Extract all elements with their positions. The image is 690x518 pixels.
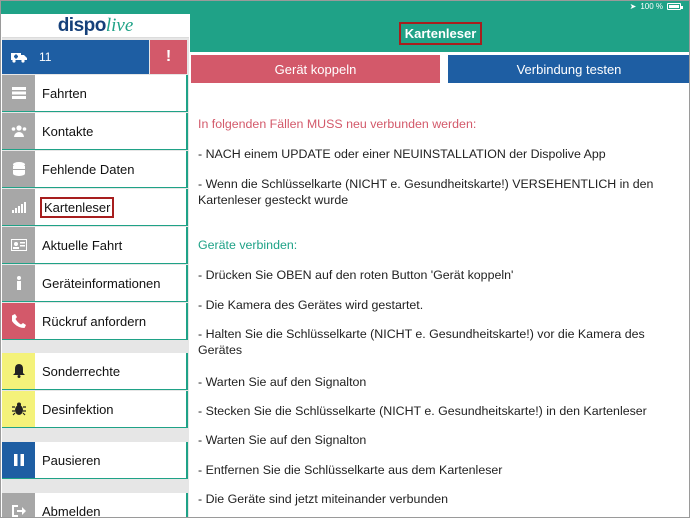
couple-device-button[interactable]: Gerät koppeln	[191, 55, 440, 83]
bell-icon	[2, 353, 35, 389]
app-logo: dispo live	[2, 14, 189, 38]
sidebar-item-sonderrechte[interactable]: Sonderrechte	[2, 353, 188, 390]
test-connection-button[interactable]: Verbindung testen	[448, 55, 689, 83]
sidebar-item-rueckruf[interactable]: Rückruf anfordern	[2, 303, 188, 340]
sidebar-item-label: Pausieren	[42, 452, 101, 468]
logo-text-dispo: dispo	[57, 14, 107, 36]
connect-heading: Geräte verbinden:	[198, 238, 298, 252]
sidebar-item-geraeteinformationen[interactable]: Geräteinformationen	[2, 265, 188, 302]
battery-icon	[667, 3, 683, 10]
sidebar-item-aktuelle-fahrt[interactable]: Aktuelle Fahrt	[2, 227, 188, 264]
list-item: - Die Kamera des Gerätes wird gestartet.	[198, 298, 424, 312]
page-header: Kartenleser	[190, 14, 689, 52]
vehicle-bar[interactable]: 11	[2, 40, 149, 74]
phone-icon	[2, 303, 35, 339]
logo-text-live: live	[105, 14, 134, 36]
list-item: - Warten Sie auf den Signalton	[198, 375, 367, 389]
database-icon	[2, 151, 35, 187]
sidebar-item-label: Desinfektion	[42, 401, 114, 417]
info-icon	[2, 265, 35, 301]
sidebar-item-label: Fahrten	[42, 85, 87, 101]
alert-button[interactable]: !	[150, 40, 187, 74]
sidebar-item-abmelden[interactable]: Abmelden	[2, 493, 188, 518]
sidebar-item-label: Geräteinformationen	[42, 275, 161, 291]
list-item: - Stecken Sie die Schlüsselkarte (NICHT …	[198, 404, 647, 418]
battery-text: 100 %	[640, 2, 663, 11]
status-bar: ➤ 100 %	[1, 1, 689, 14]
sidebar-item-label: Kartenleser	[40, 196, 115, 218]
sidebar-item-label: Fehlende Daten	[42, 161, 135, 177]
contacts-icon	[2, 113, 35, 149]
sidebar-item-label: Kontakte	[42, 123, 94, 139]
list-item: - Die Geräte sind jetzt miteinander verb…	[198, 492, 449, 506]
sidebar-item-fehlende-daten[interactable]: Fehlende Daten	[2, 151, 188, 188]
list-item: - Wenn die Schlüsselkarte (NICHT e. Gesu…	[198, 177, 654, 207]
sidebar-item-label: Sonderrechte	[42, 363, 121, 379]
vehicle-number: 11	[39, 50, 52, 64]
sidebar-item-label: Abmelden	[42, 503, 101, 518]
reconnect-heading: In folgenden Fällen MUSS neu verbunden w…	[198, 117, 477, 131]
sidebar-item-pausieren[interactable]: Pausieren	[2, 442, 188, 479]
list-item: - Halten Sie die Schlüsselkarte (NICHT e…	[198, 327, 645, 357]
ambulance-icon	[8, 51, 30, 63]
location-icon: ➤	[629, 2, 637, 11]
sidebar-item-kartenleser[interactable]: Kartenleser	[2, 189, 188, 226]
sidebar-item-label: Rückruf anfordern	[42, 313, 147, 329]
sidebar-item-label: Aktuelle Fahrt	[42, 237, 123, 253]
sidebar: dispo live 11 ! Fahrten Kontakte Fehlend…	[2, 14, 189, 518]
list-item: - Entfernen Sie die Schlüsselkarte aus d…	[198, 463, 503, 477]
id-card-icon	[2, 227, 35, 263]
list-item: - NACH einem UPDATE oder einer NEUINSTAL…	[198, 147, 606, 161]
list-icon	[2, 75, 35, 111]
app-window: ➤ 100 % dispo live 11 ! Fahrten Kontakte…	[0, 0, 690, 518]
sidebar-item-desinfektion[interactable]: Desinfektion	[2, 391, 188, 428]
pause-icon	[2, 442, 35, 478]
sidebar-item-kontakte[interactable]: Kontakte	[2, 113, 188, 150]
bug-icon	[2, 391, 35, 427]
page-title: Kartenleser	[398, 21, 483, 45]
logout-icon	[2, 493, 35, 517]
sidebar-item-fahrten[interactable]: Fahrten	[2, 75, 188, 112]
list-item: - Warten Sie auf den Signalton	[198, 433, 367, 447]
signal-icon	[2, 189, 35, 225]
list-item: - Drücken Sie OBEN auf den roten Button …	[198, 268, 514, 282]
